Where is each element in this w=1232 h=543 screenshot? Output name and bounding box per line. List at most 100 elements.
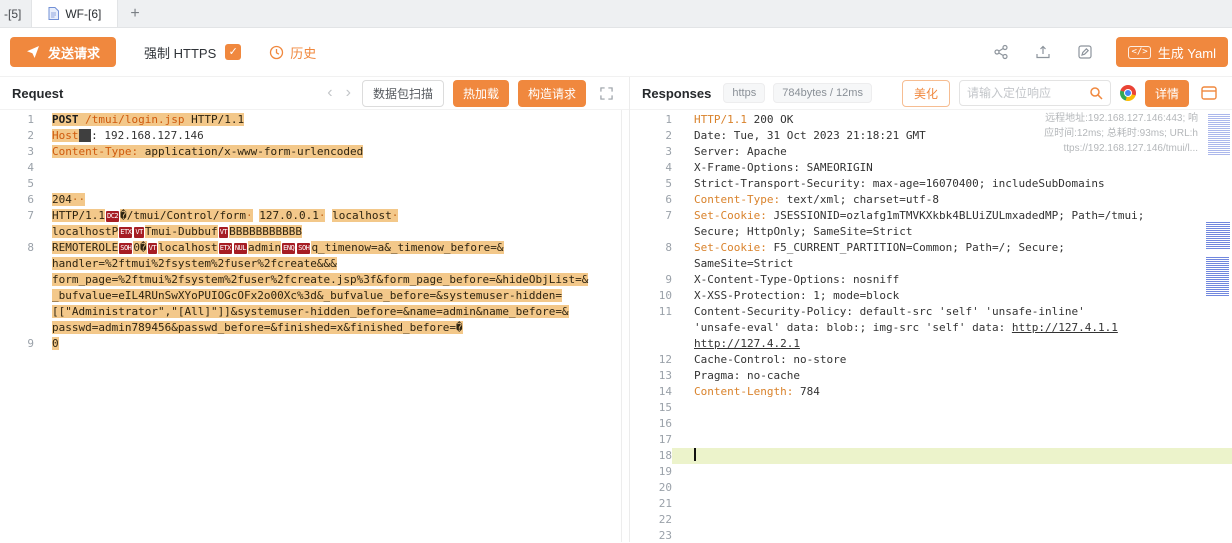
editor-line[interactable]: 7Set-Cookie: JSESSIONID=ozlafg1mTMVKXkbk… <box>630 208 1232 240</box>
toolbar-right-group: </> 生成 Yaml <box>990 37 1228 67</box>
minimap[interactable] <box>1205 110 1231 542</box>
fullscreen-icon[interactable] <box>595 82 617 104</box>
chrome-icon[interactable] <box>1120 85 1136 101</box>
add-tab-button[interactable]: + <box>118 0 151 27</box>
editor-line[interactable]: 5Strict-Transport-Security: max-age=1607… <box>630 176 1232 192</box>
editor-line[interactable]: 15 <box>630 400 1232 416</box>
prev-request-icon[interactable]: ‹ <box>325 85 334 101</box>
minimap-marks <box>1206 257 1229 297</box>
code-icon: </> <box>1128 46 1150 59</box>
editor-line[interactable]: 14Content-Length: 784 <box>630 384 1232 400</box>
editor-line[interactable]: 13Pragma: no-cache <box>630 368 1232 384</box>
editor-line[interactable]: 6Content-Type: text/xml; charset=utf-8 <box>630 192 1232 208</box>
toolbar: 发送请求 强制 HTTPS ✓ 历史 </> 生成 Yaml <box>0 28 1232 77</box>
line-number: 2 <box>630 128 672 144</box>
line-number: 12 <box>630 352 672 368</box>
line-number: 1 <box>0 112 34 128</box>
share-icon[interactable] <box>990 41 1012 63</box>
editor-line[interactable]: 7HTTP/1.1DC2�/tmui/Control/form· 127.0.0… <box>0 208 629 240</box>
search-icon[interactable] <box>1089 86 1103 100</box>
request-panel: Request ‹ › 数据包扫描 热加载 构造请求 1POST /tmui/l… <box>0 77 630 542</box>
editor-line[interactable]: 20 <box>630 480 1232 496</box>
packet-scan-button[interactable]: 数据包扫描 <box>362 80 444 107</box>
generate-yaml-label: 生成 Yaml <box>1158 43 1216 62</box>
size-time-badge: 784bytes / 12ms <box>773 83 872 103</box>
line-number: 20 <box>630 480 672 496</box>
line-number: 6 <box>630 192 672 208</box>
request-editor[interactable]: 1POST /tmui/login.jsp HTTP/1.12Host : 19… <box>0 110 629 542</box>
line-number: 7 <box>0 208 34 240</box>
request-title: Request <box>12 86 63 101</box>
line-number: 15 <box>630 400 672 416</box>
force-https-toggle[interactable]: 强制 HTTPS ✓ <box>144 43 241 62</box>
line-number: 18 <box>630 448 672 464</box>
response-editor[interactable]: 远程地址:192.168.127.146:443; 响 应时间:12ms; 总耗… <box>630 110 1232 542</box>
editor-line[interactable]: 90 <box>0 336 629 352</box>
response-search-input[interactable] <box>967 86 1089 100</box>
line-number: 5 <box>0 176 34 192</box>
line-number: 13 <box>630 368 672 384</box>
line-number: 7 <box>630 208 672 240</box>
editor-line[interactable]: 9X-Content-Type-Options: nosniff <box>630 272 1232 288</box>
history-button[interactable]: 历史 <box>269 43 316 62</box>
beautify-button[interactable]: 美化 <box>902 80 950 107</box>
tab-wf-6[interactable]: WF-[6] <box>32 0 118 27</box>
editor-line[interactable]: 16 <box>630 416 1232 432</box>
minimap-marks <box>1208 114 1230 156</box>
report-icon[interactable] <box>1198 82 1220 104</box>
build-request-button[interactable]: 构造请求 <box>518 80 586 107</box>
edit-icon[interactable] <box>1074 41 1096 63</box>
line-number: 3 <box>630 144 672 160</box>
line-number: 8 <box>630 240 672 272</box>
generate-yaml-button[interactable]: </> 生成 Yaml <box>1116 37 1228 67</box>
response-header: Responses https 784bytes / 12ms 美化 详情 <box>630 77 1232 110</box>
editor-line[interactable]: 2Date: Tue, 31 Oct 2023 21:18:21 GMT <box>630 128 1232 144</box>
protocol-badge: https <box>723 83 765 103</box>
line-number: 3 <box>0 144 34 160</box>
editor-line[interactable]: 10X-XSS-Protection: 1; mode=block <box>630 288 1232 304</box>
editor-line[interactable]: 2Host : 192.168.127.146 <box>0 128 629 144</box>
editor-line[interactable]: 4 <box>0 160 629 176</box>
editor-line[interactable]: 17 <box>630 432 1232 448</box>
editor-line[interactable]: 1HTTP/1.1 200 OK <box>630 112 1232 128</box>
editor-line[interactable]: 11Content-Security-Policy: default-src '… <box>630 304 1232 352</box>
line-number: 9 <box>0 336 34 352</box>
editor-line[interactable]: 12Cache-Control: no-store <box>630 352 1232 368</box>
editor-line[interactable]: 8REMOTEROLESOH0�VTlocalhostETXNULadminEN… <box>0 240 629 336</box>
request-scrollbar[interactable] <box>621 110 622 542</box>
editor-line[interactable]: 5 <box>0 176 629 192</box>
tab-previous[interactable]: -[5] <box>0 0 32 27</box>
line-number: 1 <box>630 112 672 128</box>
editor-line[interactable]: 3Content-Type: application/x-www-form-ur… <box>0 144 629 160</box>
tab-label: WF-[6] <box>65 7 101 21</box>
next-request-icon[interactable]: › <box>344 85 353 101</box>
line-number: 17 <box>630 432 672 448</box>
force-https-checkbox[interactable]: ✓ <box>225 44 241 60</box>
hot-reload-button[interactable]: 热加载 <box>453 80 509 107</box>
editor-line[interactable]: 6204·· <box>0 192 629 208</box>
export-icon[interactable] <box>1032 41 1054 63</box>
editor-line[interactable]: 1POST /tmui/login.jsp HTTP/1.1 <box>0 112 629 128</box>
line-number: 10 <box>630 288 672 304</box>
line-number: 6 <box>0 192 34 208</box>
line-number: 23 <box>630 528 672 542</box>
line-number: 8 <box>0 240 34 336</box>
text-cursor <box>694 448 696 461</box>
editor-line[interactable]: 23 <box>630 528 1232 542</box>
history-label: 历史 <box>290 43 316 62</box>
editor-line[interactable]: 22 <box>630 512 1232 528</box>
send-request-button[interactable]: 发送请求 <box>10 37 116 67</box>
editor-line[interactable]: 3Server: Apache <box>630 144 1232 160</box>
response-panel: Responses https 784bytes / 12ms 美化 详情 <box>630 77 1232 542</box>
details-button[interactable]: 详情 <box>1145 80 1189 107</box>
line-number: 11 <box>630 304 672 352</box>
editor-line[interactable]: 18 <box>630 448 1232 464</box>
line-number: 21 <box>630 496 672 512</box>
editor-line[interactable]: 8Set-Cookie: F5_CURRENT_PARTITION=Common… <box>630 240 1232 272</box>
editor-line[interactable]: 19 <box>630 464 1232 480</box>
clock-icon <box>269 45 284 60</box>
editor-line[interactable]: 21 <box>630 496 1232 512</box>
line-number: 19 <box>630 464 672 480</box>
send-icon <box>26 45 40 59</box>
editor-line[interactable]: 4X-Frame-Options: SAMEORIGIN <box>630 160 1232 176</box>
